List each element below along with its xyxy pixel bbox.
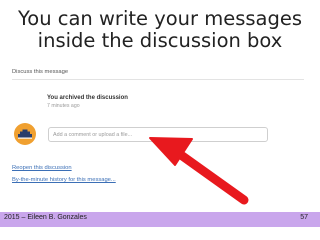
avatar-icon	[18, 129, 32, 139]
discussion-screenshot: Discuss this message You archived the di…	[6, 63, 304, 188]
header-divider	[12, 79, 304, 80]
activity-title: You archived the discussion	[47, 95, 128, 101]
discussion-header: Discuss this message	[12, 69, 69, 75]
page-number: 57	[300, 214, 308, 221]
slide-title-line-1: You can write your messages	[17, 7, 303, 30]
slide-title-line-2: inside the discussion box	[37, 29, 283, 52]
comment-input[interactable]	[48, 127, 268, 142]
minute-history-link[interactable]: By-the-minute history for this message..…	[12, 177, 116, 183]
avatar	[14, 123, 36, 145]
footer-author: 2015 – Eileen B. Gonzales	[4, 214, 87, 221]
activity-timestamp: 7 minutes ago	[47, 103, 80, 109]
reopen-discussion-link[interactable]: Reopen this discussion	[12, 165, 72, 171]
slide-title: You can write your messages inside the d…	[0, 8, 320, 52]
